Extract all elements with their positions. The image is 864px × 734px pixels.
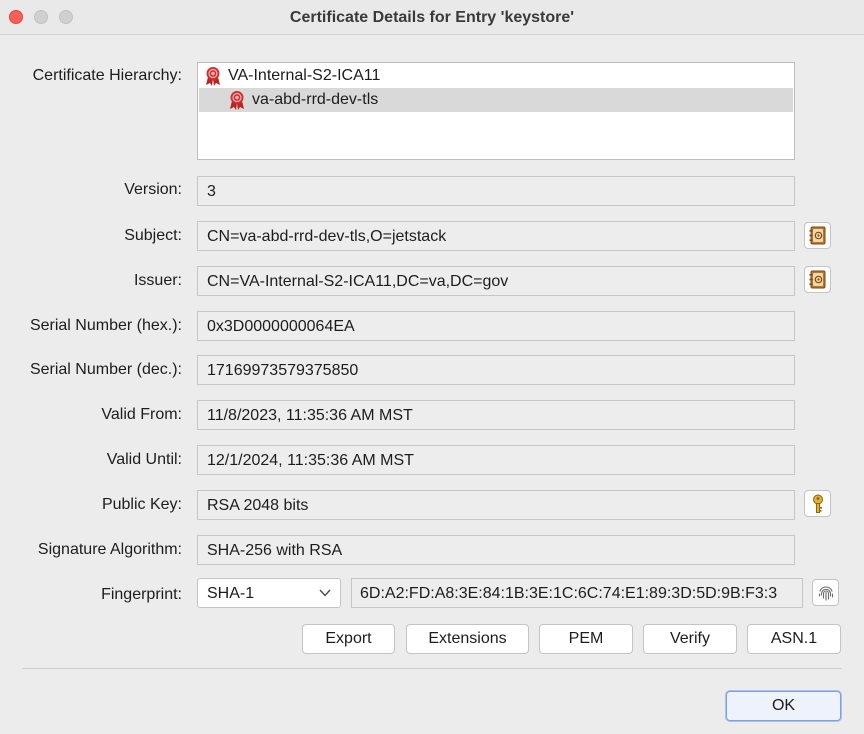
address-book-icon [809,270,825,289]
tree-item-label: VA-Internal-S2-ICA11 [228,67,381,84]
certificate-hierarchy-tree[interactable]: VA-Internal-S2-ICA11 va-abd-rrd-dev-tls [197,62,795,160]
certificate-details-dialog: Certificate Details for Entry 'keystore'… [0,0,864,734]
issuer-label: Issuer: [133,272,182,289]
view-issuer-button[interactable] [804,266,831,293]
valid-from-field[interactable]: 11/8/2023, 11:35:36 AM MST [197,400,795,430]
certificate-seal-icon [206,67,220,86]
copy-fingerprint-button[interactable] [812,579,839,606]
verify-button[interactable]: Verify [643,624,737,654]
version-field[interactable]: 3 [197,176,795,206]
signature-algorithm-label: Signature Algorithm: [37,541,182,558]
version-label: Version: [124,181,182,198]
view-subject-button[interactable] [804,222,831,249]
fingerprint-algorithm-select[interactable]: SHA-1 [197,578,341,608]
divider [22,668,842,669]
issuer-field[interactable]: CN=VA-Internal-S2-ICA11,DC=va,DC=gov [197,266,795,296]
view-public-key-button[interactable] [804,490,831,517]
subject-field[interactable]: CN=va-abd-rrd-dev-tls,O=jetstack [197,221,795,251]
address-book-icon [809,226,825,245]
serial-hex-label: Serial Number (hex.): [29,317,182,334]
public-key-label: Public Key: [101,496,182,513]
serial-hex-field[interactable]: 0x3D0000000064EA [197,311,795,341]
valid-until-label: Valid Until: [106,451,182,468]
hierarchy-label: Certificate Hierarchy: [32,67,182,84]
title-bar: Certificate Details for Entry 'keystore' [0,0,864,35]
extensions-button[interactable]: Extensions [406,624,529,654]
signature-algorithm-field[interactable]: SHA-256 with RSA [197,535,795,565]
public-key-field[interactable]: RSA 2048 bits [197,490,795,520]
pem-button[interactable]: PEM [539,624,633,654]
export-button[interactable]: Export [302,624,395,654]
tree-item-leaf[interactable]: va-abd-rrd-dev-tls [199,88,793,112]
tree-item-root[interactable]: VA-Internal-S2-ICA11 [199,64,793,88]
ok-button[interactable]: OK [726,691,841,721]
serial-dec-label: Serial Number (dec.): [29,361,182,378]
certificate-seal-icon [230,91,244,110]
chevron-down-icon [319,589,331,597]
valid-until-field[interactable]: 12/1/2024, 11:35:36 AM MST [197,445,795,475]
serial-dec-field[interactable]: 17169973579375850 [197,355,795,385]
tree-item-label: va-abd-rrd-dev-tls [252,91,379,108]
fingerprint-algorithm-value: SHA-1 [207,585,255,602]
window-title: Certificate Details for Entry 'keystore' [289,9,575,26]
asn1-button[interactable]: ASN.1 [747,624,841,654]
fingerprint-field[interactable]: 6D:A2:FD:A8:3E:84:1B:3E:1C:6C:74:E1:89:3… [351,578,803,608]
fingerprint-label: Fingerprint: [101,586,182,603]
key-icon [812,494,823,513]
fingerprint-icon [818,585,833,601]
valid-from-label: Valid From: [101,406,182,423]
subject-label: Subject: [124,227,182,244]
